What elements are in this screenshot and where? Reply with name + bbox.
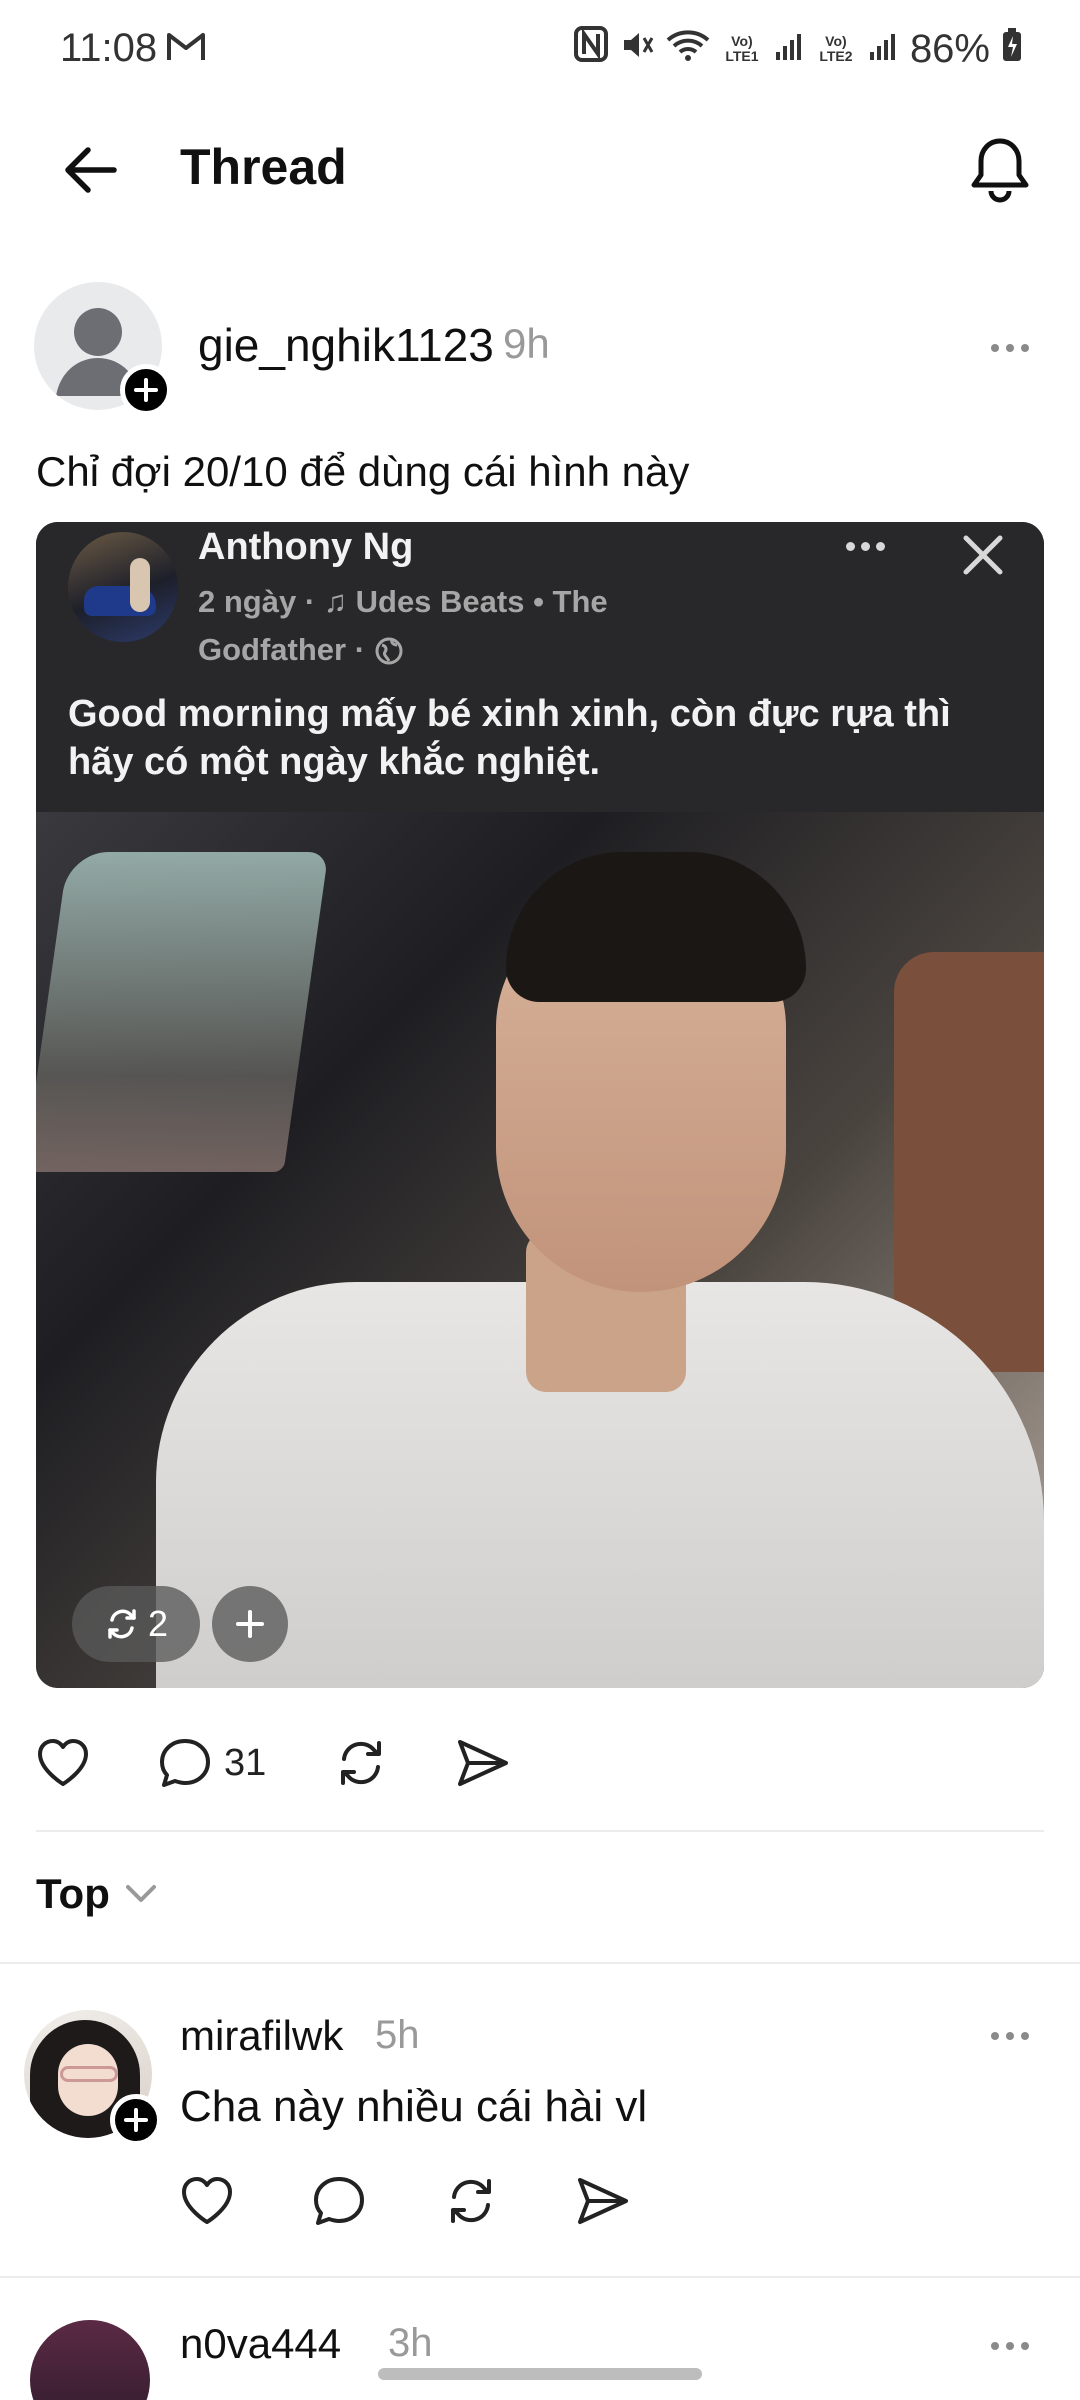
reply-more-button[interactable] [980,2016,1040,2056]
comment-icon [160,1739,210,1787]
chevron-down-icon [125,1885,156,1902]
reply-more-button[interactable] [980,2326,1040,2366]
reply-count: 31 [224,1741,267,1784]
repost-icon [108,1609,136,1639]
reply-text: Cha này nhiều cái hài vl [180,2082,648,2131]
reply-author-name[interactable]: n0va444 [180,2320,341,2368]
post-more-button[interactable] [980,328,1040,368]
more-dot-icon [991,344,999,352]
reply-author-avatar[interactable] [30,2320,150,2400]
comment-icon [314,2177,364,2225]
repost-button[interactable] [444,2175,498,2232]
follow-plus-button[interactable] [110,2094,162,2146]
more-dot-icon [1021,2032,1029,2040]
notifications-button[interactable] [960,130,1040,210]
send-icon [578,2178,628,2224]
share-button[interactable] [456,1738,510,1788]
status-icons: Vo) LTE1 Vo) LTE2 86% [573,26,1022,72]
embedded-caption: Good morning mấy bé xinh xinh, còn đực r… [68,693,951,783]
embedded-repost-count: 2 [72,1586,200,1662]
reply-actions [180,2175,630,2232]
heart-icon [38,1739,88,1786]
battery-percent: 86% [909,26,990,71]
more-dot-icon [1006,344,1014,352]
divider [36,1830,1044,1832]
signal-icon-2 [868,27,898,72]
embedded-author-avatar [68,532,178,642]
back-button[interactable] [50,130,130,210]
embedded-close-icon [958,530,1008,580]
status-bar: 11:08 Vo) LTE1 Vo) LTE2 86% [0,0,1080,100]
sim2-label: Vo) LTE2 [819,33,853,64]
app-header: Thread [0,110,1080,220]
bell-icon [971,138,1029,203]
sort-label: Top [36,1870,110,1917]
repost-button[interactable] [334,1737,388,1789]
repost-icon [341,1741,382,1785]
embedded-post-meta: 2 ngày · ♫ Udes Beats • The Godfather · [198,578,718,674]
reply-button[interactable]: 31 [158,1737,266,1789]
post-timestamp: 9h [503,320,550,367]
sim1-label: Vo) LTE1 [725,33,759,64]
plus-icon [124,2108,148,2132]
embedded-author-name: Anthony Ng [198,526,414,568]
embedded-plus-icon [212,1586,288,1662]
repost-icon [451,2179,491,2223]
home-indicator[interactable] [378,2368,702,2380]
like-button[interactable] [180,2176,234,2231]
back-arrow-icon [65,147,117,193]
signal-icon-1 [774,27,804,72]
wifi-icon [666,27,710,72]
more-dot-icon [1021,344,1029,352]
reply-timestamp: 3h [388,2321,433,2365]
embedded-more-icon [846,542,885,551]
reply-author-name[interactable]: mirafilwk [180,2012,343,2060]
follow-plus-button[interactable] [120,364,172,416]
post-actions: 31 [36,1728,578,1798]
post-author-name[interactable]: gie_nghik1123 [198,318,494,372]
send-icon [458,1740,509,1786]
reply-timestamp: 5h [375,2013,420,2057]
gmail-notification-icon [166,30,206,69]
sort-dropdown[interactable]: Top [36,1870,158,1918]
nfc-icon [573,26,608,72]
more-dot-icon [1006,2342,1014,2350]
divider [0,1962,1080,1964]
heart-icon [182,2177,232,2224]
globe-icon [375,637,403,665]
post-image[interactable]: Anthony Ng 2 ngày · ♫ Udes Beats • The G… [36,522,1044,1688]
page-title: Thread [180,139,347,195]
embedded-post-header: Anthony Ng 2 ngày · ♫ Udes Beats • The G… [36,522,1044,812]
more-dot-icon [991,2342,999,2350]
selfie-photo: 2 [36,812,1044,1688]
reply-button[interactable] [312,2175,366,2232]
mute-icon [620,27,654,72]
divider [0,2276,1080,2278]
more-dot-icon [991,2032,999,2040]
plus-icon [134,378,158,402]
more-dot-icon [1006,2032,1014,2040]
like-button[interactable] [36,1738,90,1788]
share-button[interactable] [576,2176,630,2231]
more-dot-icon [1021,2342,1029,2350]
battery-charging-icon [1002,27,1022,72]
embedded-repost-number: 2 [147,1603,169,1644]
post-text: Chỉ đợi 20/10 để dùng cái hình này [36,448,690,495]
status-time: 11:08 [60,26,158,70]
